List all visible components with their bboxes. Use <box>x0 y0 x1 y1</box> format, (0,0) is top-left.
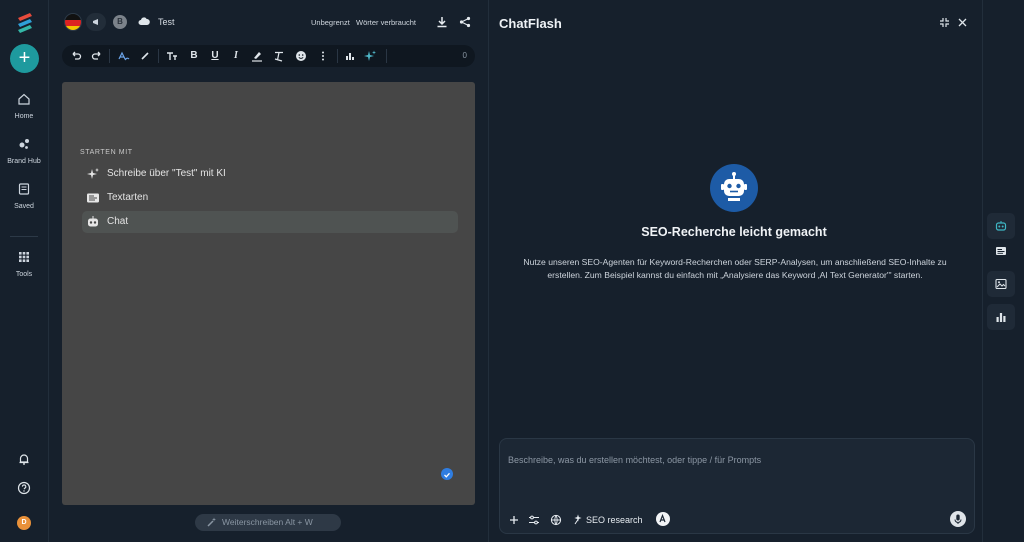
bold-icon[interactable]: B <box>188 50 200 62</box>
more-options-icon[interactable] <box>317 50 329 62</box>
chat-prompt-input[interactable] <box>508 455 964 495</box>
cloud-saved-icon <box>138 17 150 25</box>
sidebar-item-saved[interactable]: Saved <box>0 182 48 210</box>
text-types-icon <box>87 193 99 203</box>
right-tool-rail <box>982 0 1024 542</box>
editor-canvas[interactable]: STARTEN MIT Schreibe über "Test" mit KI … <box>62 82 475 505</box>
sidebar-item-label: Saved <box>14 203 34 210</box>
help-icon <box>17 481 31 495</box>
sidebar-item-label: Brand Hub <box>7 158 41 165</box>
notifications-button[interactable] <box>0 452 48 471</box>
bell-icon <box>19 454 29 465</box>
microphone-button[interactable] <box>950 511 966 527</box>
sidebar-divider <box>10 236 38 237</box>
toolbar-divider <box>337 49 338 63</box>
hero-title: SEO-Recherche leicht gemacht <box>641 225 827 239</box>
help-button[interactable] <box>0 481 48 500</box>
rail-image-button[interactable] <box>987 271 1015 297</box>
check-icon <box>444 472 450 478</box>
formatting-toolbar: B U I 0 <box>62 45 475 67</box>
word-limit-label: Unbegrenzt <box>311 18 350 27</box>
editor-header: B Test Unbegrenzt Wörter verbraucht <box>62 10 474 34</box>
option-label: Chat <box>107 216 129 227</box>
robot-icon <box>88 216 98 227</box>
option-write-with-ai[interactable]: Schreibe über "Test" mit KI <box>82 163 458 185</box>
seo-research-button[interactable]: SEO research <box>586 515 643 525</box>
brand-hub-icon <box>19 139 29 149</box>
sidebar-item-brand-hub[interactable]: Brand Hub <box>0 137 48 165</box>
microphone-icon <box>954 514 962 524</box>
new-document-button[interactable]: + <box>10 44 39 73</box>
ai-sparkle-icon[interactable] <box>364 50 376 62</box>
start-with-label: STARTEN MIT <box>80 149 133 156</box>
tools-icon <box>19 252 29 262</box>
option-label: Schreibe über "Test" mit KI <box>107 168 226 179</box>
user-avatar[interactable]: D <box>0 511 48 530</box>
collaborator-avatar[interactable]: B <box>113 15 127 29</box>
megaphone-icon <box>93 19 98 25</box>
close-icon[interactable] <box>957 17 968 28</box>
logo-icon[interactable] <box>15 12 35 34</box>
underline-icon[interactable]: U <box>209 50 221 62</box>
sidebar-item-tools[interactable]: Tools <box>0 250 48 278</box>
sidebar-item-label: Tools <box>15 271 33 278</box>
text-size-icon[interactable] <box>166 50 178 62</box>
chat-panel-title: ChatFlash <box>499 16 562 31</box>
magic-pen-icon <box>207 517 216 527</box>
home-icon <box>18 93 30 105</box>
toolbar-divider <box>109 49 110 63</box>
continue-writing-button[interactable]: Weiterschreiben Alt + W <box>195 514 341 531</box>
text-types-icon <box>996 247 1006 255</box>
language-flag-icon[interactable] <box>64 13 82 31</box>
italic-icon[interactable]: I <box>230 50 242 62</box>
saved-icon <box>18 183 30 195</box>
rail-text-types-button[interactable] <box>987 238 1015 264</box>
seo-research-icon[interactable] <box>573 514 585 526</box>
document-title[interactable]: Test <box>158 17 175 27</box>
emoji-icon[interactable] <box>295 50 307 62</box>
undo-icon[interactable] <box>70 50 82 62</box>
rail-chat-button[interactable] <box>987 213 1015 239</box>
rail-stats-button[interactable] <box>987 304 1015 330</box>
user-initial: D <box>17 516 31 530</box>
grammar-check-badge[interactable] <box>441 468 453 480</box>
sparkle-icon <box>87 168 99 179</box>
share-icon[interactable] <box>459 16 471 28</box>
sidebar-item-home[interactable]: Home <box>0 92 48 120</box>
chat-prompt-box: SEO research <box>499 438 975 534</box>
highlight-icon[interactable] <box>251 50 263 62</box>
spellcheck-icon[interactable] <box>118 50 130 62</box>
add-icon[interactable] <box>508 514 520 526</box>
stats-icon[interactable] <box>344 50 356 62</box>
continue-writing-label: Weiterschreiben Alt + W <box>222 517 313 527</box>
robot-icon <box>721 172 747 201</box>
words-used-label: Wörter verbraucht <box>356 18 417 27</box>
seo-agent-avatar <box>710 164 758 212</box>
option-label: Textarten <box>107 192 149 203</box>
option-chat[interactable]: Chat <box>82 211 458 233</box>
hero-description: Nutze unseren SEO-Agenten für Keyword-Re… <box>523 257 947 280</box>
word-count: 0 <box>462 51 467 60</box>
globe-icon[interactable] <box>550 514 562 526</box>
left-sidebar: + Home Brand Hub Saved Tools D <box>0 0 49 542</box>
panel-divider <box>488 0 489 542</box>
image-icon <box>995 278 1007 290</box>
model-selector-icon[interactable] <box>655 511 671 527</box>
toolbar-divider <box>158 49 159 63</box>
robot-icon <box>995 221 1007 231</box>
sidebar-item-label: Home <box>14 113 34 120</box>
clear-format-icon[interactable] <box>273 50 285 62</box>
stats-icon <box>996 313 1006 322</box>
settings-sliders-icon[interactable] <box>528 514 540 526</box>
toolbar-divider <box>386 49 387 63</box>
option-text-types[interactable]: Textarten <box>82 187 458 209</box>
collapse-icon[interactable] <box>939 17 950 28</box>
download-icon[interactable] <box>436 16 448 28</box>
tone-selector[interactable] <box>86 13 106 31</box>
pen-icon[interactable] <box>139 50 151 62</box>
redo-icon[interactable] <box>91 50 103 62</box>
